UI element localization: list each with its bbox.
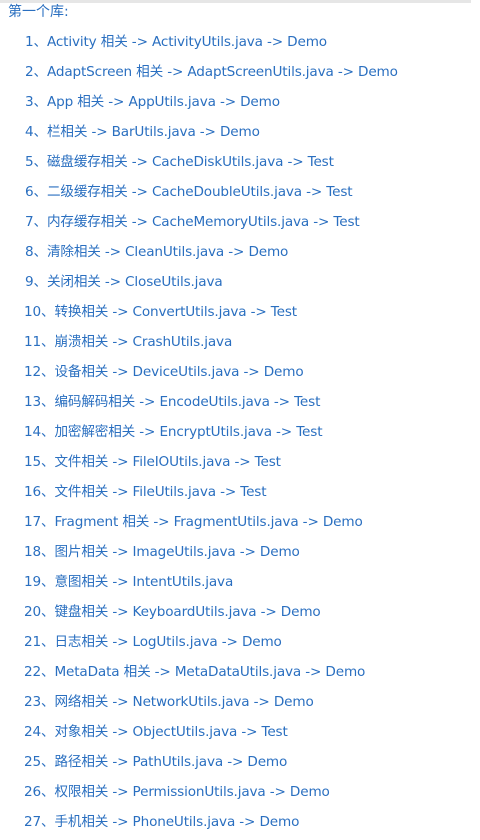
list-item[interactable]: 24、对象相关 -> ObjectUtils.java -> Test [0, 720, 398, 750]
list-item[interactable]: 6、二级缓存相关 -> CacheDoubleUtils.java -> Tes… [0, 180, 398, 210]
utils-list: 1、Activity 相关 -> ActivityUtils.java -> D… [0, 30, 398, 840]
list-item[interactable]: 25、路径相关 -> PathUtils.java -> Demo [0, 750, 398, 780]
top-divider [0, 0, 471, 3]
list-item[interactable]: 7、内存缓存相关 -> CacheMemoryUtils.java -> Tes… [0, 210, 398, 240]
list-item[interactable]: 2、AdaptScreen 相关 -> AdaptScreenUtils.jav… [0, 60, 398, 90]
list-item[interactable]: 3、App 相关 -> AppUtils.java -> Demo [0, 90, 398, 120]
list-item[interactable]: 18、图片相关 -> ImageUtils.java -> Demo [0, 540, 398, 570]
list-item[interactable]: 27、手机相关 -> PhoneUtils.java -> Demo [0, 810, 398, 840]
list-item[interactable]: 9、关闭相关 -> CloseUtils.java [0, 270, 398, 300]
list-item[interactable]: 12、设备相关 -> DeviceUtils.java -> Demo [0, 360, 398, 390]
list-item[interactable]: 22、MetaData 相关 -> MetaDataUtils.java -> … [0, 660, 398, 690]
list-item[interactable]: 26、权限相关 -> PermissionUtils.java -> Demo [0, 780, 398, 810]
list-item[interactable]: 13、编码解码相关 -> EncodeUtils.java -> Test [0, 390, 398, 420]
list-item[interactable]: 16、文件相关 -> FileUtils.java -> Test [0, 480, 398, 510]
list-item[interactable]: 20、键盘相关 -> KeyboardUtils.java -> Demo [0, 600, 398, 630]
list-item[interactable]: 5、磁盘缓存相关 -> CacheDiskUtils.java -> Test [0, 150, 398, 180]
list-item[interactable]: 8、清除相关 -> CleanUtils.java -> Demo [0, 240, 398, 270]
list-item[interactable]: 19、意图相关 -> IntentUtils.java [0, 570, 398, 600]
list-item[interactable]: 1、Activity 相关 -> ActivityUtils.java -> D… [0, 30, 398, 60]
list-item[interactable]: 23、网络相关 -> NetworkUtils.java -> Demo [0, 690, 398, 720]
list-item[interactable]: 10、转换相关 -> ConvertUtils.java -> Test [0, 300, 398, 330]
list-item[interactable]: 15、文件相关 -> FileIOUtils.java -> Test [0, 450, 398, 480]
list-item[interactable]: 4、栏相关 -> BarUtils.java -> Demo [0, 120, 398, 150]
list-item[interactable]: 14、加密解密相关 -> EncryptUtils.java -> Test [0, 420, 398, 450]
list-item[interactable]: 21、日志相关 -> LogUtils.java -> Demo [0, 630, 398, 660]
list-item[interactable]: 11、崩溃相关 -> CrashUtils.java [0, 330, 398, 360]
list-item[interactable]: 17、Fragment 相关 -> FragmentUtils.java -> … [0, 510, 398, 540]
section-heading: 第一个库: [8, 4, 69, 20]
